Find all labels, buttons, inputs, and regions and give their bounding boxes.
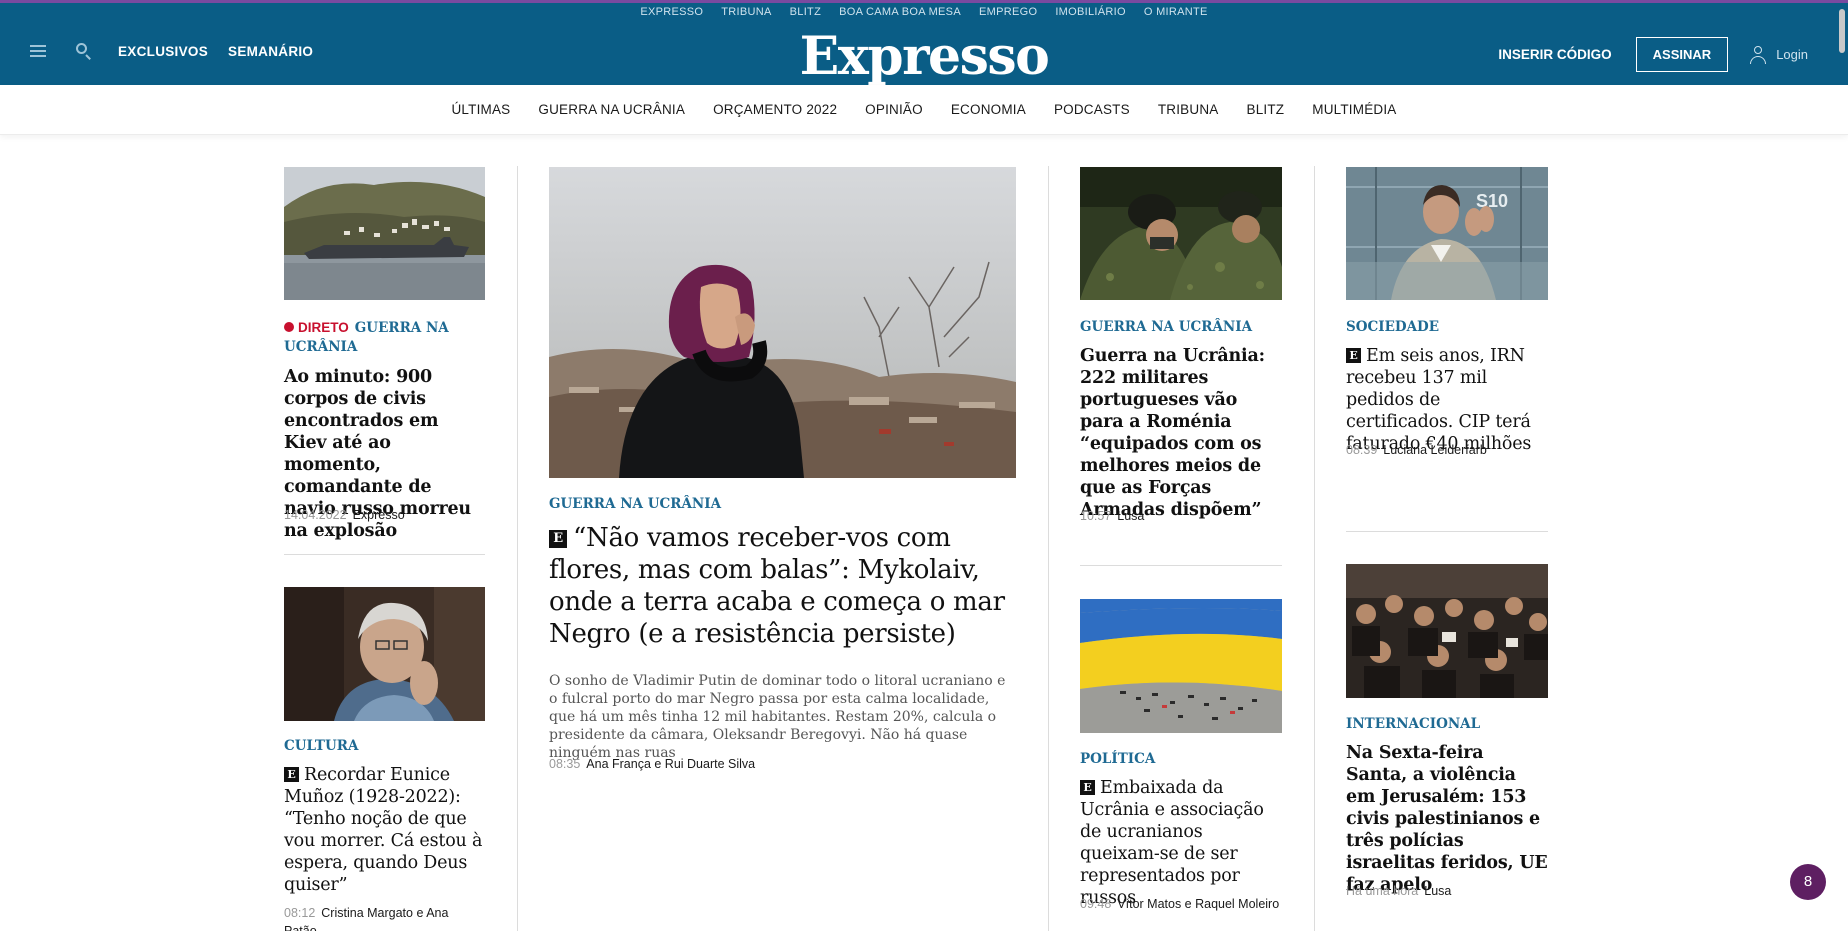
article-headline-text: Embaixada da Ucrânia e associação de ucr… <box>1080 778 1264 908</box>
article-divider <box>284 554 485 555</box>
login-link[interactable]: Login <box>1750 45 1808 64</box>
inserir-codigo-link[interactable]: INSERIR CÓDIGO <box>1498 47 1611 62</box>
site-link-imobiliario[interactable]: IMOBILIÁRIO <box>1055 6 1126 18</box>
site-link-tribuna[interactable]: TRIBUNA <box>721 6 771 18</box>
live-badge: DIRETO <box>284 320 349 335</box>
article-time: 08:39 <box>1346 443 1378 457</box>
main-article-lead: O sonho de Vladimir Putin de dominar tod… <box>549 673 1006 761</box>
network-sites-bar: EXPRESSO TRIBUNA BLITZ BOA CAMA BOA MESA EMP… <box>0 6 1848 18</box>
article-time: 08:12 <box>284 906 316 920</box>
section-nav: ÚLTIMAS GUERRA NA UCRÂNIA ORÇAMENTO 2022 OP… <box>0 85 1848 135</box>
exclusive-badge-icon: E <box>1346 348 1361 363</box>
article-headline-text: Recordar Eunice Muñoz (1928-2022): “Tenh… <box>284 765 483 895</box>
article-author[interactable]: Expresso <box>353 508 405 522</box>
site-link-emprego[interactable]: EMPREGO <box>979 6 1037 18</box>
article-image-soldiers[interactable] <box>1080 167 1282 300</box>
nav-item-guerra-na-ucrania[interactable]: GUERRA NA UCRÂNIA <box>538 85 685 135</box>
article-meta: 09:48 Vítor Matos e Raquel Moleiro <box>1080 895 1282 913</box>
article-headline-text: “Não vamos receber-vos com flores, mas c… <box>549 523 1005 649</box>
article-time: 10:57 <box>1080 509 1112 523</box>
article-kicker[interactable]: GUERRA NA UCRÂNIA <box>549 495 1016 514</box>
assinar-button[interactable]: ASSINAR <box>1635 37 1729 72</box>
article-time: Há uma hora <box>1346 884 1419 898</box>
nav-item-blitz[interactable]: BLITZ <box>1246 85 1284 135</box>
login-label: Login <box>1776 47 1808 62</box>
notification-bubble[interactable]: 8 <box>1790 864 1826 900</box>
article-kicker[interactable]: GUERRA NA UCRÂNIA <box>1080 318 1282 337</box>
exclusivos-link[interactable]: EXCLUSIVOS <box>118 44 208 59</box>
header-left-tools: EXCLUSIVOS SEMANÁRIO <box>30 43 313 60</box>
menu-icon[interactable] <box>30 45 46 57</box>
article-image-jerusalem-crowd[interactable] <box>1346 564 1548 698</box>
article-headline[interactable]: Guerra na Ucrânia: 222 militares portugu… <box>1080 345 1284 521</box>
article-image-warship[interactable] <box>284 167 485 300</box>
exclusive-badge-icon: E <box>549 530 567 548</box>
article-author[interactable]: Ana França e Rui Duarte Silva <box>586 757 755 771</box>
site-link-o-mirante[interactable]: O MIRANTE <box>1144 6 1208 18</box>
main-article-headline[interactable]: E “Não vamos receber-vos com flores, mas … <box>549 522 1019 650</box>
article-author[interactable]: Lusa <box>1424 884 1451 898</box>
semanario-link[interactable]: SEMANÁRIO <box>228 44 313 59</box>
site-link-expresso[interactable]: EXPRESSO <box>640 6 703 18</box>
article-headline[interactable]: E Recordar Eunice Muñoz (1928-2022): “Ten… <box>284 764 484 896</box>
article-headline-text: Em seis anos, IRN recebeu 137 mil pedido… <box>1346 346 1532 454</box>
article-kicker[interactable]: INTERNACIONAL <box>1346 715 1548 734</box>
exclusive-badge-icon: E <box>284 767 299 782</box>
article-headline[interactable]: E Embaixada da Ucrânia e associação de uc… <box>1080 777 1284 909</box>
header-right-tools: INSERIR CÓDIGO ASSINAR Login <box>1498 37 1808 72</box>
article-kicker[interactable]: CULTURA <box>284 737 484 756</box>
svg-text:S10: S10 <box>1476 191 1508 211</box>
article-kicker[interactable]: SOCIEDADE <box>1346 318 1548 337</box>
article-kicker[interactable]: POLÍTICA <box>1080 750 1282 769</box>
page-scrollbar-thumb[interactable] <box>1839 9 1845 53</box>
nav-item-orcamento-2022[interactable]: ORÇAMENTO 2022 <box>713 85 837 135</box>
column-divider <box>1048 166 1049 931</box>
live-dot-icon <box>284 322 294 332</box>
article-headline[interactable]: Na Sexta-feira Santa, a violência em Jer… <box>1346 742 1550 896</box>
user-icon <box>1750 45 1767 64</box>
column-divider <box>517 166 518 931</box>
article-image-portrait[interactable] <box>284 587 485 721</box>
search-icon[interactable] <box>76 43 92 60</box>
article-author[interactable]: Lusa <box>1117 509 1144 523</box>
site-header: EXPRESSO TRIBUNA BLITZ BOA CAMA BOA MESA EMP… <box>0 3 1848 87</box>
nav-item-ultimas[interactable]: ÚLTIMAS <box>451 85 510 135</box>
nav-item-multimedia[interactable]: MULTIMÉDIA <box>1312 85 1396 135</box>
column-divider <box>1314 166 1315 931</box>
article-meta: 10:57 Lusa <box>1080 507 1282 525</box>
article-meta: 08:12 Cristina Margato e Ana Patão <box>284 904 484 931</box>
nav-item-podcasts[interactable]: PODCASTS <box>1054 85 1130 135</box>
article-kicker[interactable]: DIRETO GUERRA NA UCRÂNIA <box>284 318 484 357</box>
article-image-applauding-man[interactable]: S10 <box>1346 167 1548 300</box>
article-image-ukraine-flag[interactable] <box>1080 599 1282 733</box>
article-meta: 14.04.2022 Expresso <box>284 506 484 524</box>
nav-item-economia[interactable]: ECONOMIA <box>951 85 1026 135</box>
article-author[interactable]: Luciana Leiderfarb <box>1383 443 1487 457</box>
site-link-boa-cama-boa-mesa[interactable]: BOA CAMA BOA MESA <box>839 6 961 18</box>
article-time: 08:35 <box>549 757 581 771</box>
exclusive-badge-icon: E <box>1080 780 1095 795</box>
article-meta: 08:35 Ana França e Rui Duarte Silva <box>549 755 1017 773</box>
nav-item-opiniao[interactable]: OPINIÃO <box>865 85 923 135</box>
article-meta: 08:39 Luciana Leiderfarb <box>1346 441 1548 459</box>
article-divider <box>1080 565 1282 566</box>
article-author[interactable]: Vítor Matos e Raquel Moleiro <box>1117 897 1279 911</box>
site-link-blitz[interactable]: BLITZ <box>790 6 821 18</box>
article-meta: Há uma hora Lusa <box>1346 882 1548 900</box>
main-article-image[interactable] <box>549 167 1016 478</box>
article-divider <box>1346 531 1548 532</box>
article-time: 09:48 <box>1080 897 1112 911</box>
live-label: DIRETO <box>298 320 349 335</box>
article-headline[interactable]: E Em seis anos, IRN recebeu 137 mil pedid… <box>1346 345 1550 455</box>
nav-item-tribuna[interactable]: TRIBUNA <box>1158 85 1219 135</box>
article-time: 14.04.2022 <box>284 508 347 522</box>
